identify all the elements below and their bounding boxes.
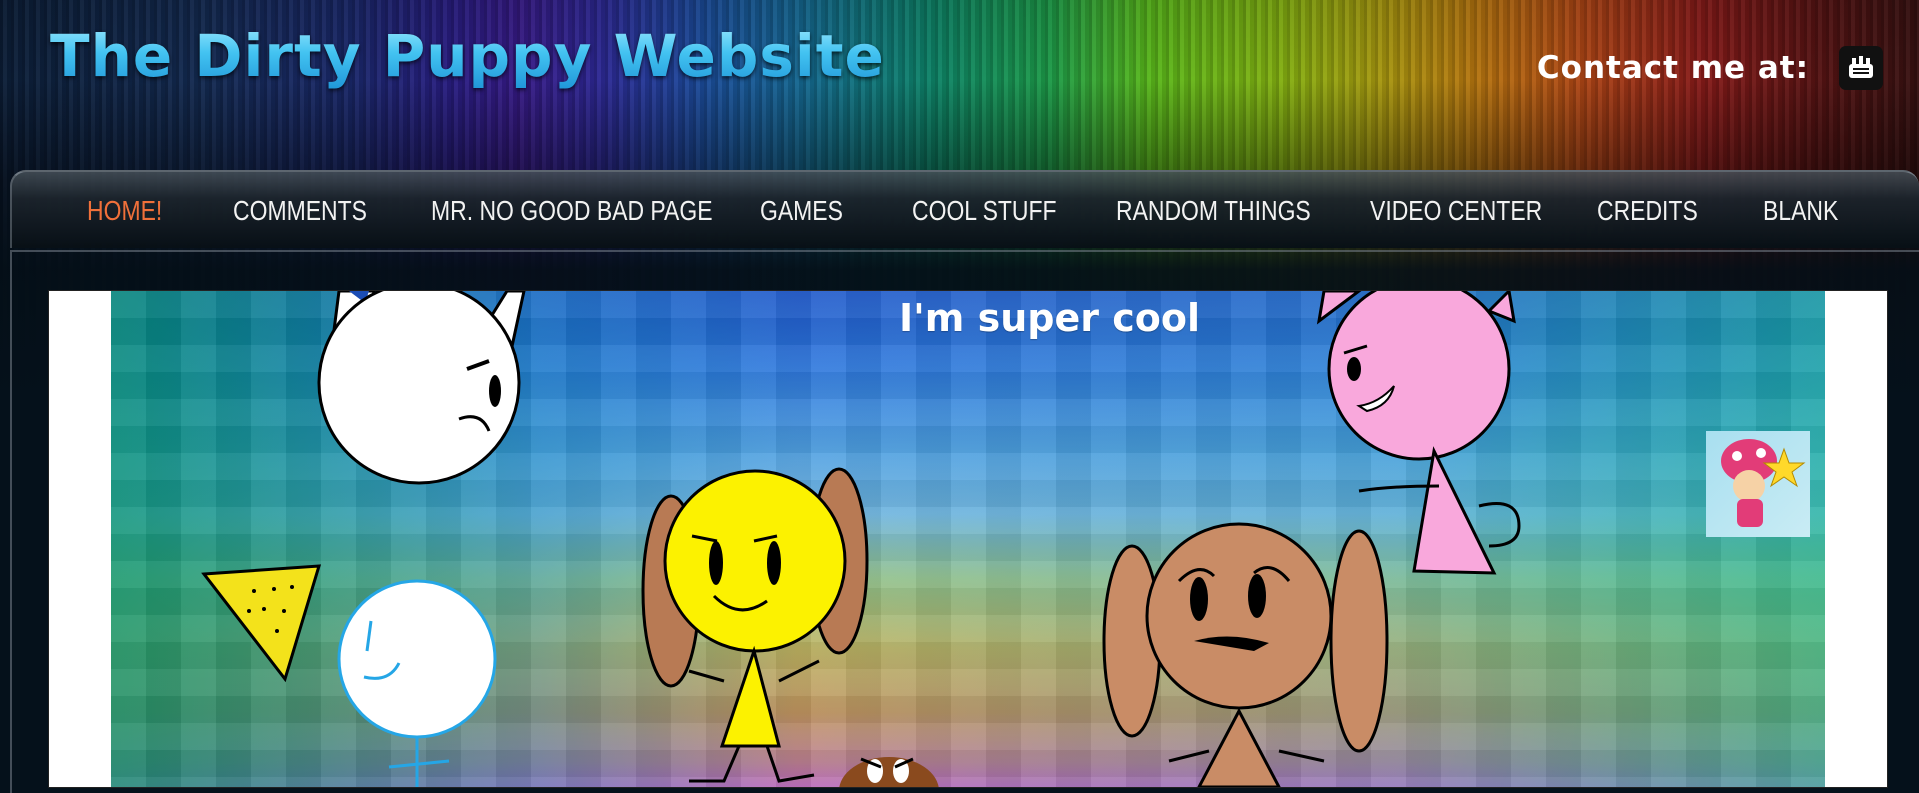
banner-image: I'm super cool (48, 290, 1888, 788)
pink-cat-drawing (1316, 291, 1521, 575)
nav-bottom-divider (10, 250, 1919, 252)
banner-artwork (201, 291, 1806, 787)
nav-item-cool-stuff[interactable]: COOL STUFF (912, 195, 1057, 227)
nav-item-random-things[interactable]: RANDOM THINGS (1116, 195, 1311, 227)
goomba-peeking (839, 757, 939, 787)
email-badge-icon[interactable] (1839, 46, 1883, 90)
nav-item-credits[interactable]: CREDITS (1597, 195, 1698, 227)
blue-stick-figure-drawing (337, 579, 497, 787)
site-title[interactable]: The Dirty Puppy Website (50, 22, 885, 90)
nav-item-blank[interactable]: BLANK (1763, 195, 1838, 227)
nav-item-mr-no-good-bad-page[interactable]: MR. NO GOOD BAD PAGE (431, 195, 713, 227)
toadette-figure (1721, 439, 1806, 527)
yellow-character-drawing (641, 467, 869, 783)
yellow-chip-drawing (201, 564, 322, 683)
content-left-border (10, 252, 12, 793)
nav-item-video-center[interactable]: VIDEO CENTER (1370, 195, 1542, 227)
nav-item-comments[interactable]: COMMENTS (233, 195, 367, 227)
email-badge-glyph (1849, 56, 1873, 78)
white-cat-drawing (317, 291, 526, 485)
brown-dog-drawing (1102, 522, 1389, 787)
contact-label: Contact me at: (1536, 50, 1809, 86)
nav-item-home[interactable]: HOME! (87, 195, 162, 227)
nav-item-games[interactable]: GAMES (760, 195, 843, 227)
